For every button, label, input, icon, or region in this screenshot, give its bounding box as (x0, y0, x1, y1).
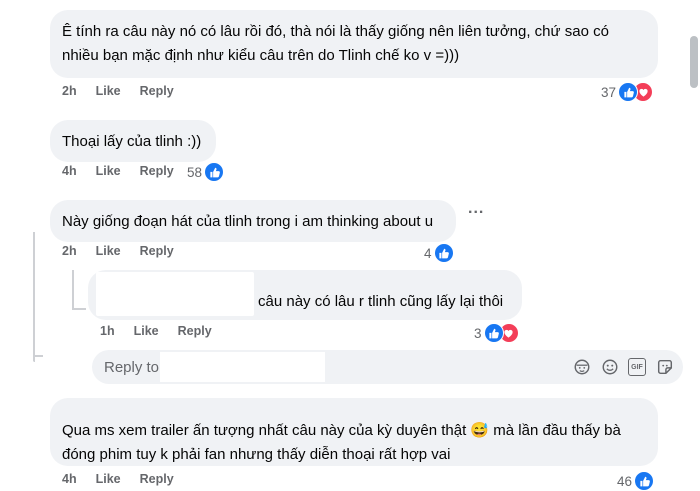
reply-button[interactable]: Reply (140, 164, 174, 178)
like-reaction-icon (618, 82, 639, 102)
comment-text-line: đóng phim tuy k phải fan nhưng thấy diễn… (62, 446, 451, 463)
comment-time[interactable]: 1h (100, 324, 115, 338)
comment-text-line: Thoại lấy của tlinh :)) (62, 133, 202, 150)
comment-actions: 4h Like Reply (62, 472, 193, 486)
like-button[interactable]: Like (96, 84, 121, 98)
comment-time[interactable]: 4h (62, 164, 77, 178)
reaction-count: 4 (424, 245, 432, 261)
comment-actions: 2h Like Reply (62, 244, 193, 258)
like-reaction-icon (204, 162, 225, 182)
comment-time[interactable]: 2h (62, 84, 77, 98)
reaction-summary[interactable]: 37 (601, 82, 654, 102)
like-button[interactable]: Like (96, 472, 121, 486)
comment-actions: 1h Like Reply (100, 324, 231, 338)
comment-text-line: câu này có lâu r tlinh cũng lấy lại thôi (258, 293, 504, 310)
emoji-icon[interactable] (601, 358, 619, 376)
comment-actions: 2h Like Reply (62, 84, 193, 98)
sticker-icon[interactable] (656, 358, 674, 376)
reply-button[interactable]: Reply (140, 84, 174, 98)
thread-line-branch (33, 355, 43, 357)
reply-button[interactable]: Reply (140, 472, 174, 486)
scrollbar-thumb[interactable] (690, 36, 698, 88)
comment-text-line: Qua ms xem trailer ấn tượng nhất câu này… (62, 422, 621, 439)
reaction-count: 3 (474, 325, 482, 341)
like-button[interactable]: Like (96, 244, 121, 258)
like-reaction-icon (483, 323, 504, 343)
more-options-button[interactable]: ... (468, 200, 484, 218)
like-reaction-icon (433, 243, 454, 263)
reply-button[interactable]: Reply (178, 324, 212, 338)
comment-actions: 4h Like Reply (62, 164, 193, 178)
comment-text-line: Này giống đoạn hát của tlinh trong i am … (62, 213, 434, 230)
reaction-count: 58 (187, 164, 203, 180)
like-button[interactable]: Like (96, 164, 121, 178)
thread-line-reply (72, 270, 74, 310)
reply-target-redacted (160, 352, 325, 382)
thread-line (33, 232, 35, 362)
like-reaction-icon (634, 471, 655, 491)
gif-icon[interactable]: GIF (628, 358, 646, 376)
like-button[interactable]: Like (134, 324, 159, 338)
gif-label: GIF (631, 363, 643, 371)
comment-text-line: Ê tính ra câu này nó có lâu rồi đó, thà … (62, 23, 609, 40)
comment-time[interactable]: 2h (62, 244, 77, 258)
avatar-sticker-icon[interactable] (573, 358, 591, 376)
reaction-summary[interactable]: 4 (424, 243, 454, 263)
reply-author-redacted (96, 272, 254, 316)
comment-text-line: nhiều bạn mặc định như kiểu câu trên do … (62, 47, 460, 64)
reply-placeholder: Reply to (104, 359, 160, 376)
reply-button[interactable]: Reply (140, 244, 174, 258)
reaction-count: 37 (601, 84, 617, 100)
thread-line-reply-branch (72, 308, 86, 310)
reaction-summary[interactable]: 46 (617, 471, 655, 491)
reaction-summary[interactable]: 58 (187, 162, 225, 182)
comment-time[interactable]: 4h (62, 472, 77, 486)
reaction-count: 46 (617, 473, 633, 489)
reaction-summary[interactable]: 3 (474, 323, 519, 343)
